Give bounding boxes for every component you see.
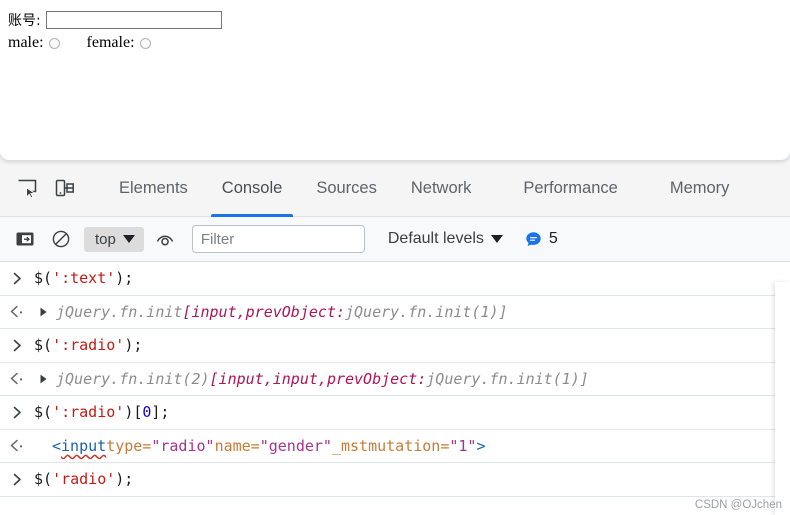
code-token: [input,: [209, 369, 273, 388]
console-row-text: $(':text');: [34, 269, 133, 287]
code-token: jQuery.fn.init(1)]: [345, 302, 508, 321]
code-token: >: [476, 436, 486, 455]
watermark: CSDN @OJchen: [694, 499, 782, 511]
code-token: )[: [124, 403, 143, 422]
device-toolbar-icon[interactable]: [48, 171, 82, 205]
chevron-down-icon: [122, 235, 135, 243]
console-rows-container: $(':text'); jQuery.fn.init [input, prevOb…: [0, 262, 790, 497]
devtools-tabs: Elements Console Sources Network Perform…: [102, 160, 746, 217]
log-levels-value: Default levels: [387, 230, 484, 247]
code-token: );: [124, 336, 143, 355]
account-label: 账号:: [8, 13, 41, 29]
code-token: type=: [106, 436, 152, 455]
console-input-row[interactable]: $(':text');: [0, 262, 790, 296]
account-field-row: 账号:: [8, 10, 222, 30]
code-token: jQuery.fn.init(2): [56, 369, 210, 388]
tab-network[interactable]: Network: [394, 160, 489, 217]
code-token: prevObject:: [245, 302, 345, 321]
response-arrow-icon: [0, 371, 34, 386]
code-token: );: [115, 470, 134, 489]
response-arrow-icon: [0, 438, 34, 453]
prompt-arrow-icon: [0, 338, 34, 353]
code-token: $(: [34, 269, 53, 288]
tab-console[interactable]: Console: [205, 160, 300, 217]
code-token: _mstmutation=: [331, 436, 450, 455]
console-input-row[interactable]: $('radio');: [0, 463, 790, 497]
execution-context-dropdown[interactable]: top: [84, 226, 144, 252]
account-input[interactable]: [45, 11, 222, 29]
console-log-list[interactable]: $(':text'); jQuery.fn.init [input, prevOb…: [0, 262, 790, 515]
console-output-row[interactable]: < input type= "radio" name= "gender" _mstmu…: [0, 430, 790, 463]
console-row-text: jQuery.fn.init [input, prevObject: jQuer…: [56, 303, 508, 321]
code-token: ':radio': [52, 336, 125, 355]
prompt-arrow-icon: [0, 271, 34, 286]
message-count-badge[interactable]: 5: [525, 230, 558, 248]
tab-elements[interactable]: Elements: [102, 160, 205, 217]
response-arrow-icon: [0, 304, 34, 319]
console-row-text: $('radio');: [34, 470, 133, 488]
console-output-row[interactable]: jQuery.fn.init(2) [input, input, prevObj…: [0, 363, 790, 396]
code-token: <: [52, 436, 62, 455]
male-label: male:: [8, 34, 44, 51]
console-row-text: jQuery.fn.init(2) [input, input, prevObj…: [56, 370, 589, 388]
devtools-tabstrip: Elements Console Sources Network Perform…: [0, 160, 790, 217]
female-radio[interactable]: [139, 37, 151, 49]
code-token: jQuery.fn.init(1)]: [426, 369, 589, 388]
code-token: ':radio': [52, 403, 125, 422]
filter-input[interactable]: [191, 225, 365, 253]
code-token: "gender": [259, 436, 332, 455]
code-token: $(: [34, 336, 53, 355]
console-row-text: $(':radio');: [34, 336, 142, 354]
male-radio[interactable]: [48, 37, 60, 49]
chevron-down-icon: [490, 235, 503, 243]
log-levels-dropdown[interactable]: Default levels: [388, 230, 503, 248]
gender-radio-row: male: female:: [8, 34, 151, 52]
code-token: 0: [142, 403, 152, 422]
tab-performance[interactable]: Performance: [506, 160, 634, 217]
code-token: prevObject:: [326, 369, 427, 388]
code-token: );: [115, 269, 134, 288]
console-output-row[interactable]: jQuery.fn.init [input, prevObject: jQuer…: [0, 296, 790, 329]
inspect-element-icon[interactable]: [10, 171, 44, 205]
expand-triangle-icon[interactable]: [34, 306, 52, 318]
code-token: $(: [34, 470, 53, 489]
page-viewport: 账号: male: female:: [0, 0, 790, 160]
clear-console-icon[interactable]: [46, 225, 76, 253]
female-label: female:: [86, 34, 135, 51]
code-token: 'radio': [52, 470, 116, 489]
tab-sources[interactable]: Sources: [299, 160, 394, 217]
code-token: ':text': [52, 269, 116, 288]
code-token: ];: [151, 403, 170, 422]
console-sidebar-overlay[interactable]: [775, 282, 790, 515]
live-expression-icon[interactable]: [150, 225, 180, 253]
prompt-arrow-icon: [0, 405, 34, 420]
devtools-panel: Elements Console Sources Network Perform…: [0, 160, 790, 515]
message-bubble-icon: [526, 231, 541, 246]
tab-memory[interactable]: Memory: [653, 160, 747, 217]
console-toolbar: top Default levels 5: [0, 217, 790, 262]
expand-triangle-icon[interactable]: [34, 373, 52, 385]
console-row-text: $(':radio')[0];: [34, 403, 169, 421]
code-token: name=: [214, 436, 260, 455]
prompt-arrow-icon: [0, 472, 34, 487]
message-count: 5: [548, 230, 558, 247]
console-input-row[interactable]: $(':radio');: [0, 329, 790, 363]
code-token: $(: [34, 403, 53, 422]
console-sidebar-icon[interactable]: [10, 225, 40, 253]
code-token: input,: [272, 369, 327, 388]
code-token: input: [61, 436, 107, 455]
console-input-row[interactable]: $(':radio')[0];: [0, 396, 790, 430]
code-token: jQuery.fn.init: [56, 302, 183, 321]
code-token: [input,: [182, 302, 246, 321]
code-token: "radio": [151, 436, 215, 455]
execution-context-value: top: [95, 230, 116, 248]
console-row-text: < input type= "radio" name= "gender" _mstmu…: [34, 437, 486, 455]
code-token: "1": [449, 436, 477, 455]
screenshot-root: 账号: male: female: Elements Console Sourc…: [0, 0, 790, 515]
